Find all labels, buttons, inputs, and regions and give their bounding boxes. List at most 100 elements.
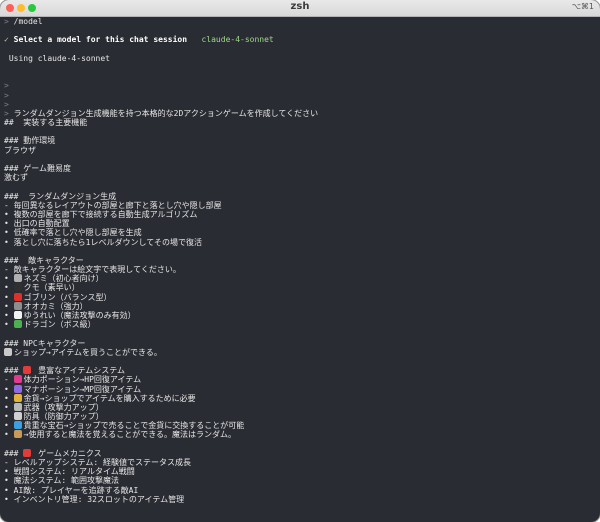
line-text: - 毎回異なるレイアウトの部屋と廊下と落とし穴や隠し部屋 [4,200,222,210]
bullet: • [4,412,14,422]
terminal-line: • ドラゴン（ボス級） [4,320,596,329]
spider-icon [13,283,22,292]
command-text: /model [13,17,43,26]
line-text: ゴブリン（バランス型） [23,292,112,302]
terminal-line: > [4,91,596,100]
line-text: 豊富なアイテムシステム [33,366,126,376]
line-text: オオカミ（強力） [23,301,88,311]
line-text: • 出口の自動配置 [4,219,70,229]
line-text: ブラウザ [4,145,36,155]
shield-icon [13,412,22,421]
terminal-line: • 低確率で落とし穴や隠し部屋を生成 [4,228,596,237]
line-text: ゲームメカニクス [33,448,102,458]
line-text: • インベントリ管理: 32スロットのアイテム管理 [4,494,185,504]
terminal-line: - 体力ポーション→HP回復アイテム [4,375,596,384]
bullet: • [4,283,14,293]
goblin-icon [13,292,22,301]
terminal-line: • 武器（攻撃力アップ） [4,402,596,412]
terminal-line: > /model [4,17,596,26]
bullet: - [4,375,14,385]
terminal-line: ### 豊富なアイテムシステム [4,366,596,375]
shop-icon [4,347,12,356]
line-text: Using claude-4-sonnet [4,53,110,63]
terminal-line: • マナポーション→MP回復アイテム [4,384,596,394]
coin-icon [13,393,22,402]
terminal-line: • 魔法システム: 範囲攻撃魔法 [4,476,596,485]
terminal-line: - レベルアップシステム: 経験値でステータス成長 [4,458,596,467]
bullet: • [4,402,14,412]
terminal-line: ### ゲーム難易度 [4,164,596,173]
terminal-line: ショップ→アイテムを買うことができる。 [4,347,596,357]
terminal-line: ## 実装する主要機能 [4,118,596,127]
terminal-line: • 落とし穴に落ちたら1レベルダウンしてその場で復活 [4,238,596,247]
ghost-icon [13,311,22,319]
terminal-line: • 複数の部屋を廊下で接続する自動生成アルゴリズム [4,210,596,219]
line-text: ### 動作環境 [4,136,56,146]
heading-mark: ### [4,448,24,458]
terminal-line: • AI敵: プレイヤーを追跡する敵AI [4,486,596,495]
line-text: ### 敵キャラクター [4,255,84,265]
line-text: 金貨→ショップでアイテムを購入するために必要 [23,393,196,403]
potion-icon [13,375,22,384]
sword-icon [13,402,22,411]
heading-mark: ### [4,366,24,376]
terminal-line: • 戦闘システム: リアルタイム戦闘 [4,467,596,476]
terminal-line: ✓ Select a model for this chat session c… [4,35,596,44]
terminal-line: - 敵キャラクターは絵文字で表現してください。 [4,265,596,274]
bullet: • [4,430,14,440]
line-text: • AI敵: プレイヤーを追跡する敵AI [4,485,139,495]
prompt-caret: > [4,99,14,109]
terminal-line: 激むず [4,173,596,182]
line-text: ### ランダムダンジョン生成 [4,191,117,201]
terminal-line: - 毎回異なるレイアウトの部屋と廊下と落とし穴や隠し部屋 [4,201,596,210]
terminal-line: • 金貨→ショップでアイテムを購入するために必要 [4,393,596,403]
check-icon: ✓ [4,35,14,45]
bullet: • [4,320,14,330]
model-name: claude-4-sonnet [201,35,274,45]
terminal-line: • インベントリ管理: 32スロットのアイテム管理 [4,495,596,504]
terminal-window: zsh ⌥⌘1 > /model ✓ Select a model for thi… [0,0,600,522]
terminal-line: • クモ（素早い） [4,283,596,292]
terminal-line: • オオカミ（強力） [4,301,596,311]
terminal-line: ### ゲームメカニクス [4,448,596,458]
line-text: 体力ポーション→HP回復アイテム [23,375,142,385]
line-text: 防具（防御力アップ） [23,412,104,422]
line-text: - 敵キャラクターは絵文字で表現してください。 [4,265,181,275]
terminal-line: ブラウザ [4,146,596,155]
line-text: • 戦闘システム: リアルタイム戦闘 [4,467,135,477]
terminal-line: > ランダムダンジョン生成機能を持つ本格的な2Dアクションゲームを作成してくださ… [4,109,596,118]
window-title: zsh [290,1,310,12]
prompt-caret: > [4,90,14,100]
terminal-line: ### ランダムダンジョン生成 [4,192,596,201]
line-text: ### ゲーム難易度 [4,164,72,173]
line-text: ドラゴン（ボス級） [23,320,96,330]
line-text: ショップ→アイテムを買うことができる。 [14,347,162,357]
window-shortcut: ⌥⌘1 [571,2,594,11]
scroll-icon [13,430,22,439]
terminal-output[interactable]: > /model ✓ Select a model for this chat s… [0,17,600,522]
bullet: • [4,311,14,320]
line-text: ゆうれい（魔法攻撃のみ有効） [23,311,136,320]
bullet: • [4,301,14,311]
rat-icon [13,274,22,283]
terminal-line: • 防具（防御力アップ） [4,412,596,421]
line-text: • 複数の部屋を廊下で接続する自動生成アルゴリズム [4,209,198,219]
line-text: • 魔法システム: 範囲攻撃魔法 [4,476,120,486]
prompt-caret: > [4,17,14,26]
terminal-line: • ゴブリン（バランス型） [4,292,596,302]
line-text: - レベルアップシステム: 経験値でステータス成長 [4,458,192,467]
line-text: ネズミ（初心者向け） [23,274,104,284]
line-text: クモ（素早い） [23,283,80,293]
terminal-line: • →使用すると魔法を覚えることができる。魔法はランダム。 [4,430,596,439]
command-text: ランダムダンジョン生成機能を持つ本格的な2Dアクションゲームを作成してください [13,108,319,118]
terminal-line: ### 敵キャラクター [4,256,596,265]
bullet: • [4,421,14,431]
prompt-caret: > [4,108,14,118]
